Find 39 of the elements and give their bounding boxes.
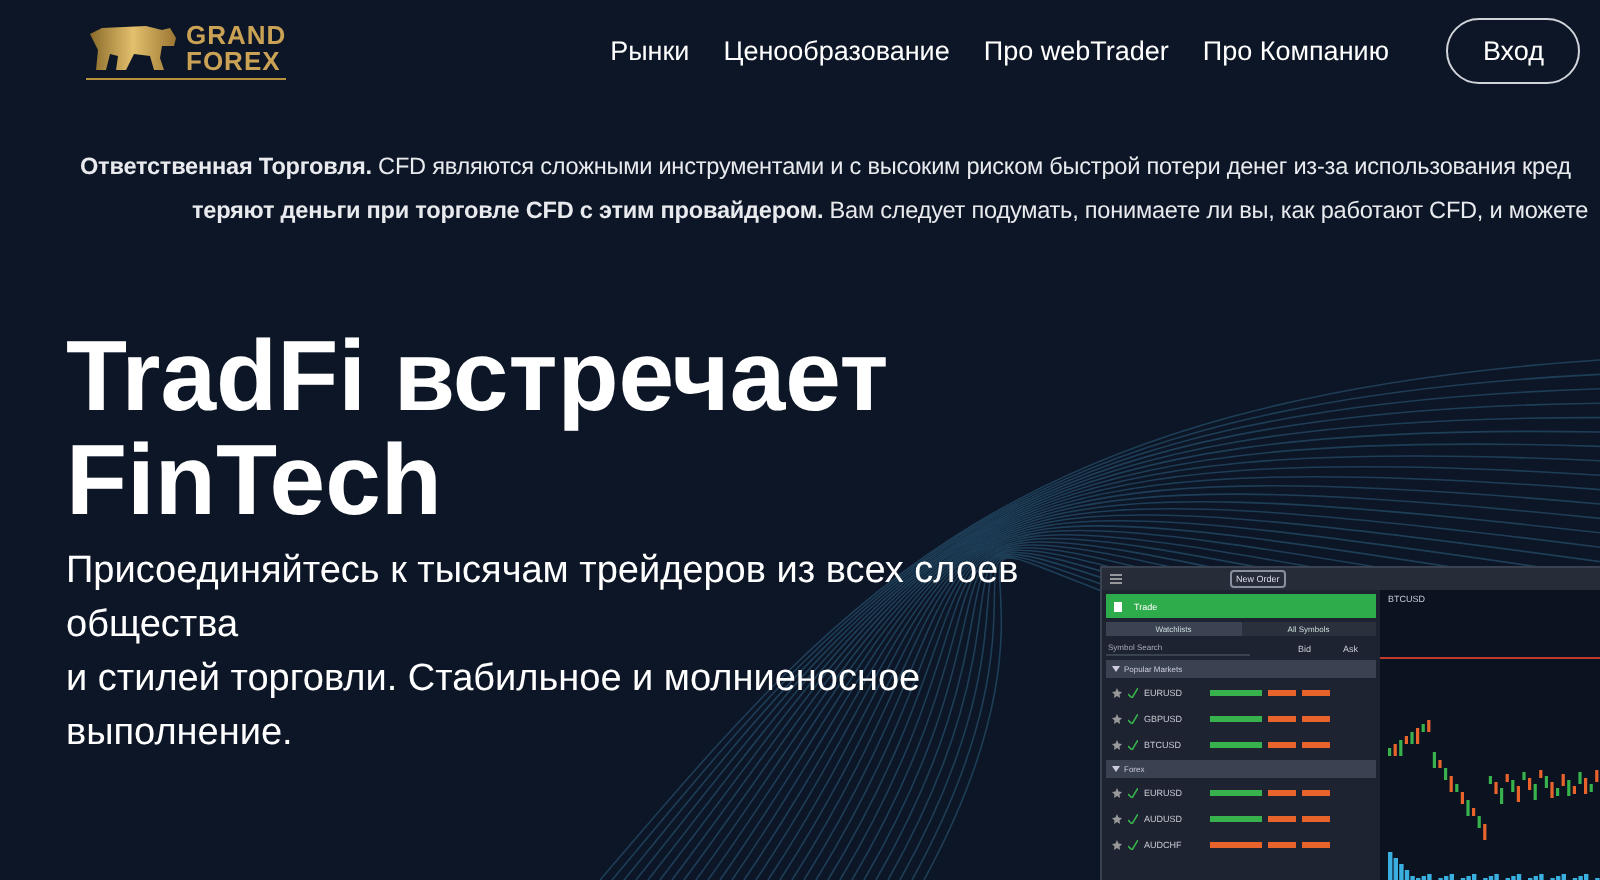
blurred-value-icon xyxy=(1268,842,1296,848)
star-icon[interactable] xyxy=(1112,714,1122,724)
blurred-value-icon xyxy=(1302,690,1330,696)
star-icon[interactable] xyxy=(1112,740,1122,750)
logo[interactable]: GRAND FOREX xyxy=(86,21,287,79)
risk-warning-text: Ответственная Торговля. CFD являются сложными инструментами и с высоким риском быстрой потери денег из-за использования кред xyxy=(78,152,1573,180)
hero-subtitle: и стилей торговли. Стабильное и молниеносное выполнение. xyxy=(66,656,923,758)
nav-link[interactable]: Ценообразование xyxy=(723,35,950,65)
blurred-value-icon xyxy=(1302,842,1330,848)
menu-icon[interactable] xyxy=(1110,574,1122,584)
panel-icon xyxy=(1114,601,1122,611)
check-icon xyxy=(1128,688,1138,698)
risk-warning-text: теряют деньги при торговле CFD с этим провайдером. Вам следует подумать, понимаете ли вы, как работают CFD, и можете xyxy=(190,196,1591,224)
blurred-value-icon xyxy=(1302,716,1330,722)
star-icon[interactable] xyxy=(1112,840,1122,850)
star-icon[interactable] xyxy=(1112,788,1122,798)
bear-logo-icon xyxy=(86,21,178,73)
login-button[interactable]: Вход xyxy=(1446,17,1580,83)
star-icon[interactable] xyxy=(1112,814,1122,824)
blurred-value-icon xyxy=(1302,816,1330,822)
blurred-value-icon xyxy=(1302,790,1330,796)
nav-link[interactable]: Про Компанию xyxy=(1202,35,1389,65)
caret-icon xyxy=(1112,766,1120,772)
caret-icon xyxy=(1112,666,1120,672)
blurred-value-icon xyxy=(1302,742,1330,748)
check-icon xyxy=(1128,740,1138,750)
nav-link[interactable]: Рынки xyxy=(610,35,690,65)
check-icon xyxy=(1128,714,1138,724)
star-icon[interactable] xyxy=(1112,688,1122,698)
blurred-value-icon xyxy=(1268,816,1296,822)
check-icon xyxy=(1128,840,1138,850)
blurred-value-icon xyxy=(1268,716,1296,722)
blurred-value-icon xyxy=(1268,742,1296,748)
check-icon xyxy=(1128,814,1138,824)
hero-title: TradFi встречает FinTech xyxy=(66,324,891,532)
blurred-value-icon xyxy=(1268,690,1296,696)
check-icon xyxy=(1128,788,1138,798)
nav-link[interactable]: Про webTrader xyxy=(983,35,1169,65)
blurred-value-icon xyxy=(1268,790,1296,796)
